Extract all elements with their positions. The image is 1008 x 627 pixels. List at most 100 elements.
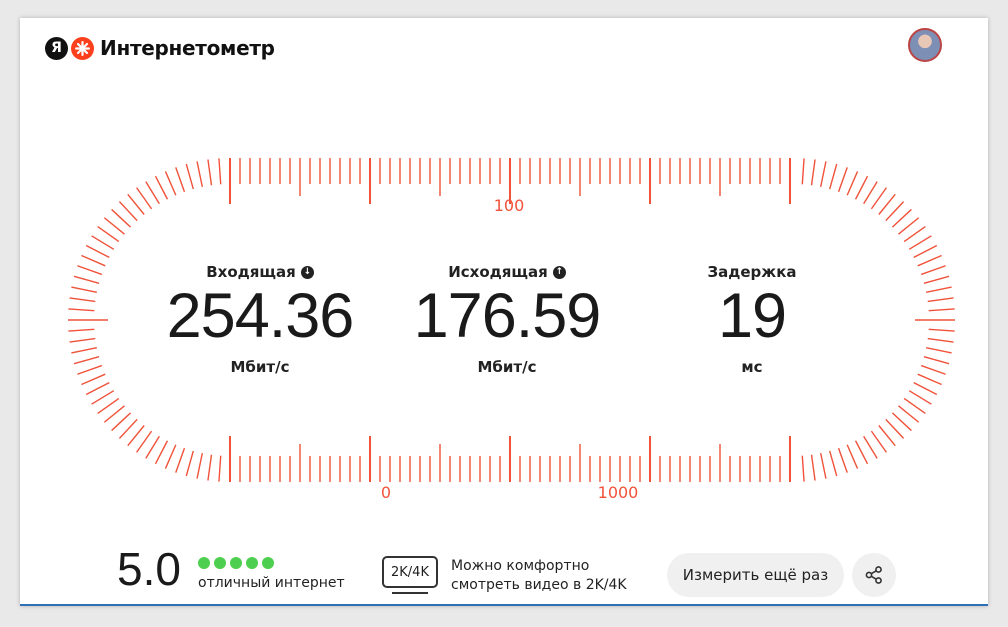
latency-value: 19 xyxy=(717,281,787,351)
gauge-tick xyxy=(164,171,177,196)
gauge-tick xyxy=(71,346,97,354)
gauge-tick xyxy=(196,161,204,187)
gauge-tick xyxy=(127,425,145,447)
download-metric: Входящая ↓ 254.36 Мбит/с xyxy=(140,261,380,376)
gauge-tick xyxy=(885,418,905,439)
gauge-tick xyxy=(69,297,96,303)
gauge-tick xyxy=(891,208,912,228)
gauge-tick xyxy=(837,167,848,193)
gauge-tick xyxy=(103,217,125,235)
gauge-tick xyxy=(207,159,213,186)
quality-description: Можно комфортно смотреть видео в 2K/4K xyxy=(451,557,627,595)
gauge-tick xyxy=(91,235,115,250)
gauge-tick xyxy=(207,454,213,481)
gauge-tick xyxy=(185,450,194,477)
gauge-tick xyxy=(118,201,138,222)
gauge-tick xyxy=(68,308,95,312)
quality-line-2: смотреть видео в 2K/4K xyxy=(451,577,627,593)
gauge-tick xyxy=(885,201,905,222)
upload-label: Исходящая xyxy=(448,263,548,281)
gauge-tick xyxy=(73,356,100,365)
gauge-tick xyxy=(917,373,942,386)
gauge-label-1000: 1000 xyxy=(598,483,639,502)
gauge-tick xyxy=(71,286,97,294)
gauge-tick xyxy=(829,163,838,190)
gauge-tick xyxy=(81,373,106,386)
gauge-tick xyxy=(908,390,932,405)
gauge-tick xyxy=(136,430,153,453)
gauge-tick xyxy=(913,381,938,396)
gauge-tick xyxy=(920,364,946,375)
download-value: 254.36 xyxy=(166,281,355,351)
gauge-tick xyxy=(870,187,887,210)
gauge-tick xyxy=(118,418,138,439)
gauge-tick xyxy=(85,244,110,259)
gauge-tick xyxy=(77,364,103,375)
bottom-accent-line xyxy=(20,604,988,606)
gauge-tick xyxy=(85,381,110,396)
gauge-tick xyxy=(819,453,827,479)
gauge-tick xyxy=(145,435,160,459)
monitor-stand xyxy=(392,592,428,594)
rating-score: 5.0 xyxy=(117,543,181,595)
gauge-tick xyxy=(127,193,145,215)
gauge-tick xyxy=(928,328,955,332)
gauge-tick xyxy=(175,447,186,473)
gauge-tick xyxy=(111,208,132,228)
rating-star xyxy=(230,557,242,569)
upload-value: 176.59 xyxy=(413,281,602,351)
gauge-tick xyxy=(154,175,169,200)
arrow-down-icon: ↓ xyxy=(300,265,314,279)
gauge-tick xyxy=(891,412,912,432)
gauge-tick xyxy=(73,275,100,284)
share-icon xyxy=(865,566,882,584)
gauge-tick xyxy=(103,405,125,423)
gauge-tick xyxy=(863,181,878,205)
gauge-tick xyxy=(920,265,946,276)
rating-star xyxy=(262,557,274,569)
repeat-test-button[interactable]: Измерить ещё раз xyxy=(667,553,844,597)
gauge-tick xyxy=(854,175,869,200)
gauge-tick xyxy=(846,444,859,469)
gauge-tick xyxy=(175,167,186,193)
rating-star xyxy=(214,557,226,569)
gauge-tick xyxy=(829,450,838,477)
gauge-tick xyxy=(878,193,896,215)
gauge-tick xyxy=(111,412,132,432)
gauge-tick xyxy=(837,447,848,473)
quality-badge-label: 2K/4K xyxy=(391,564,429,580)
quality-badge-icon: 2K/4K xyxy=(382,556,438,588)
gauge-tick xyxy=(898,217,920,235)
gauge-tick xyxy=(926,286,952,294)
share-button[interactable] xyxy=(852,553,896,597)
rating-stars xyxy=(198,557,274,569)
gauge-tick xyxy=(68,328,95,332)
gauge-tick xyxy=(878,425,896,447)
gauge-tick xyxy=(927,337,954,343)
gauge-tick xyxy=(810,454,816,481)
gauge-tick xyxy=(928,308,955,312)
gauge-tick xyxy=(97,226,120,243)
gauge-tick xyxy=(846,171,859,196)
gauge-tick xyxy=(97,397,120,414)
speedtest-card: Я Интернетометр 100 0 1000 Входящая ↓ 25… xyxy=(20,18,988,606)
quality-line-1: Можно комфортно xyxy=(451,558,590,574)
gauge-tick xyxy=(145,181,160,205)
rating-star xyxy=(198,557,210,569)
gauge-tick xyxy=(819,161,827,187)
gauge-tick xyxy=(196,453,204,479)
gauge-tick xyxy=(913,244,938,259)
latency-metric: Задержка 19 мс xyxy=(632,261,872,376)
gauge-tick xyxy=(136,187,153,210)
latency-unit: мс xyxy=(741,358,763,376)
rating-text: отличный интернет xyxy=(198,575,345,591)
gauge-tick xyxy=(923,356,950,365)
gauge-tick xyxy=(69,337,96,343)
gauge-tick xyxy=(903,397,926,414)
download-unit: Мбит/с xyxy=(230,358,290,376)
gauge-tick xyxy=(898,405,920,423)
gauge-tick xyxy=(917,254,942,267)
gauge-tick xyxy=(923,275,950,284)
gauge-tick xyxy=(154,440,169,465)
gauge-tick xyxy=(218,455,222,482)
